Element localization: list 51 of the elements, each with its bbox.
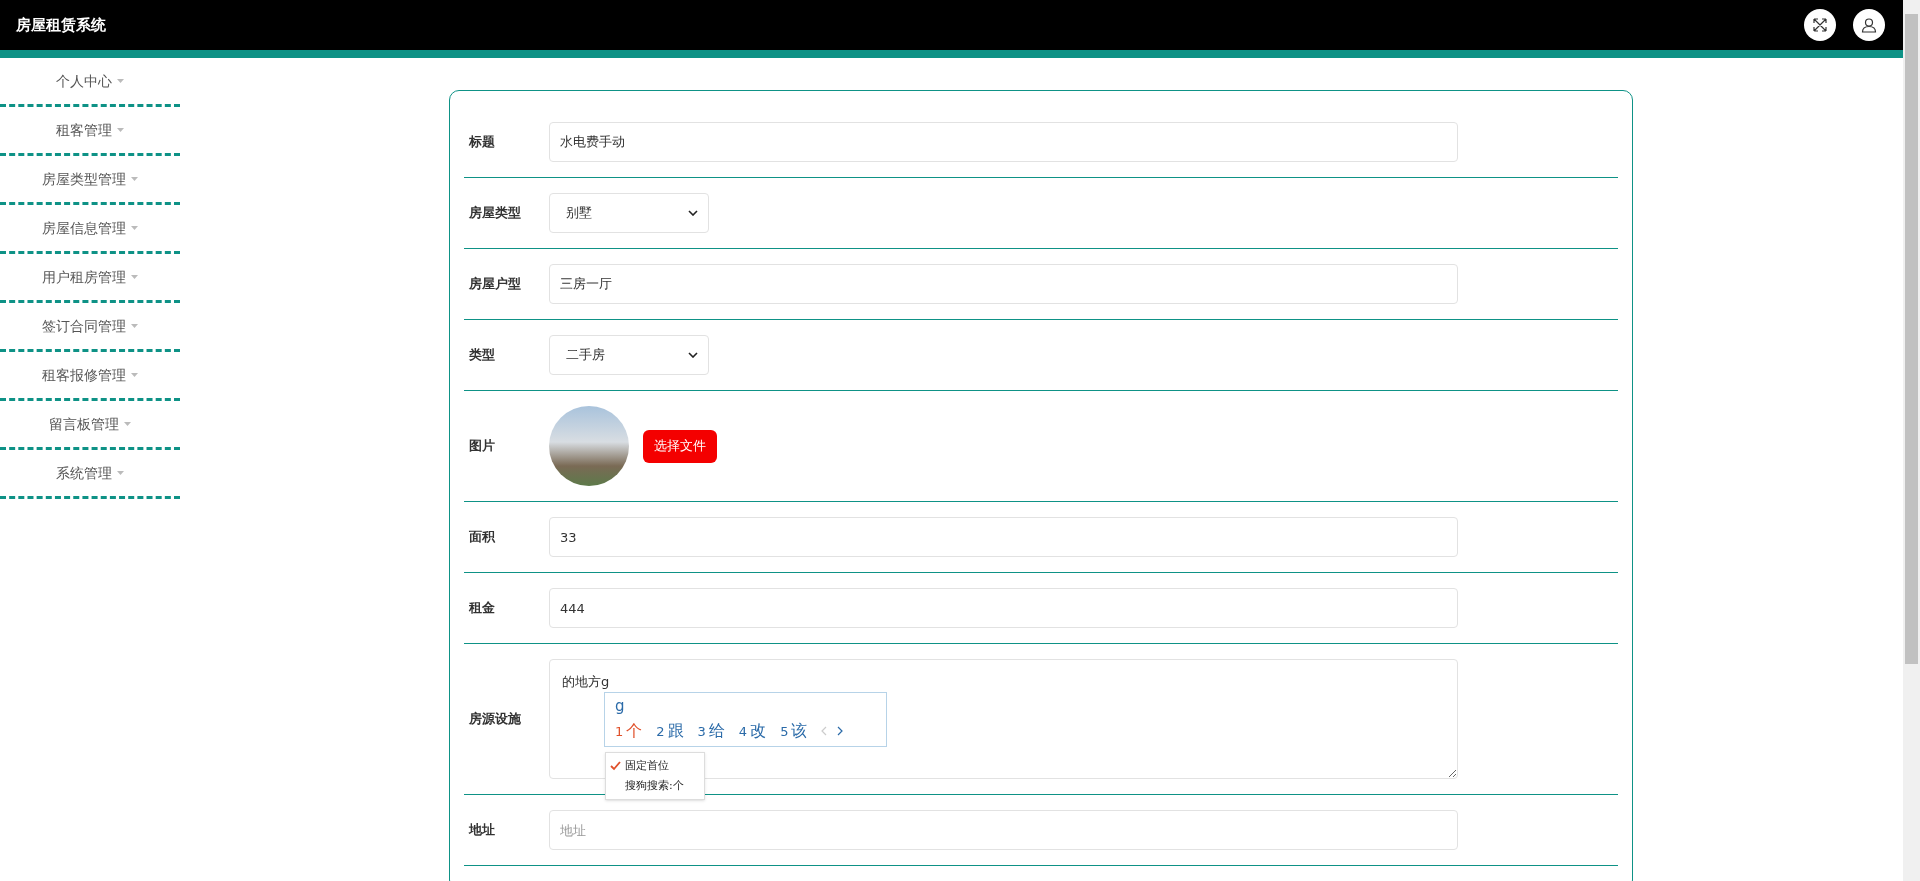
chevron-down-icon: [688, 210, 698, 216]
sidebar-menu-item[interactable]: 留言板管理: [49, 413, 131, 435]
field-label: 面积: [469, 528, 496, 547]
ime-candidate[interactable]: 3 给: [697, 719, 725, 743]
select-dropdown[interactable]: 二手房: [549, 335, 709, 375]
text-field[interactable]: 444: [549, 588, 1458, 628]
field-label: 图片: [469, 437, 496, 456]
ime-menu-item[interactable]: 搜狗搜索:个: [606, 776, 704, 796]
fullscreen-button[interactable]: [1804, 9, 1836, 41]
caret-icon: [117, 471, 124, 475]
sidebar-menu-item[interactable]: 用户租房管理: [42, 266, 138, 288]
ime-candidate[interactable]: 5 该: [780, 719, 808, 743]
caret-icon: [131, 275, 138, 279]
caret-icon: [117, 128, 124, 132]
caret-icon: [124, 422, 131, 426]
text-field[interactable]: 水电费手动: [549, 122, 1458, 162]
text-field[interactable]: 地址: [549, 810, 1458, 850]
user-button[interactable]: [1853, 9, 1885, 41]
ime-composition: g: [615, 696, 625, 716]
field-label: 房源设施: [469, 710, 522, 729]
caret-icon: [117, 79, 124, 83]
user-icon: [1861, 17, 1877, 33]
app-title: 房屋租赁系统: [16, 14, 106, 36]
scrollbar[interactable]: [1903, 0, 1920, 881]
caret-icon: [131, 324, 138, 328]
field-label: 标题: [469, 133, 496, 152]
ime-menu-item[interactable]: 固定首位: [606, 756, 704, 776]
field-label: 类型: [469, 346, 496, 365]
text-field[interactable]: 33: [549, 517, 1458, 557]
field-label: 房屋户型: [469, 275, 522, 294]
sidebar-menu-item[interactable]: 房屋类型管理: [42, 168, 138, 190]
sidebar-menu-item[interactable]: 系统管理: [56, 462, 124, 484]
caret-icon: [131, 226, 138, 230]
ime-candidate[interactable]: 2 跟: [656, 719, 684, 743]
select-dropdown[interactable]: 别墅: [549, 193, 709, 233]
text-field[interactable]: 三房一厅: [549, 264, 1458, 304]
ime-candidate[interactable]: 1 个: [615, 719, 643, 743]
sidebar-menu-item[interactable]: 签订合同管理: [42, 315, 138, 337]
caret-icon: [131, 373, 138, 377]
sidebar-menu-item[interactable]: 租客管理: [56, 119, 124, 141]
sidebar-menu-item[interactable]: 租客报修管理: [42, 364, 138, 386]
sidebar-menu-item[interactable]: 个人中心: [56, 70, 124, 92]
choose-file-button[interactable]: 选择文件: [643, 429, 717, 463]
expand-icon: [1812, 17, 1828, 33]
field-label: 租金: [469, 599, 496, 618]
caret-icon: [131, 177, 138, 181]
ime-candidate[interactable]: 4 改: [738, 719, 767, 743]
chevron-down-icon: [688, 352, 698, 358]
field-label: 房屋类型: [469, 204, 522, 223]
sidebar-menu-item[interactable]: 房屋信息管理: [42, 217, 138, 239]
field-label: 地址: [469, 821, 496, 840]
